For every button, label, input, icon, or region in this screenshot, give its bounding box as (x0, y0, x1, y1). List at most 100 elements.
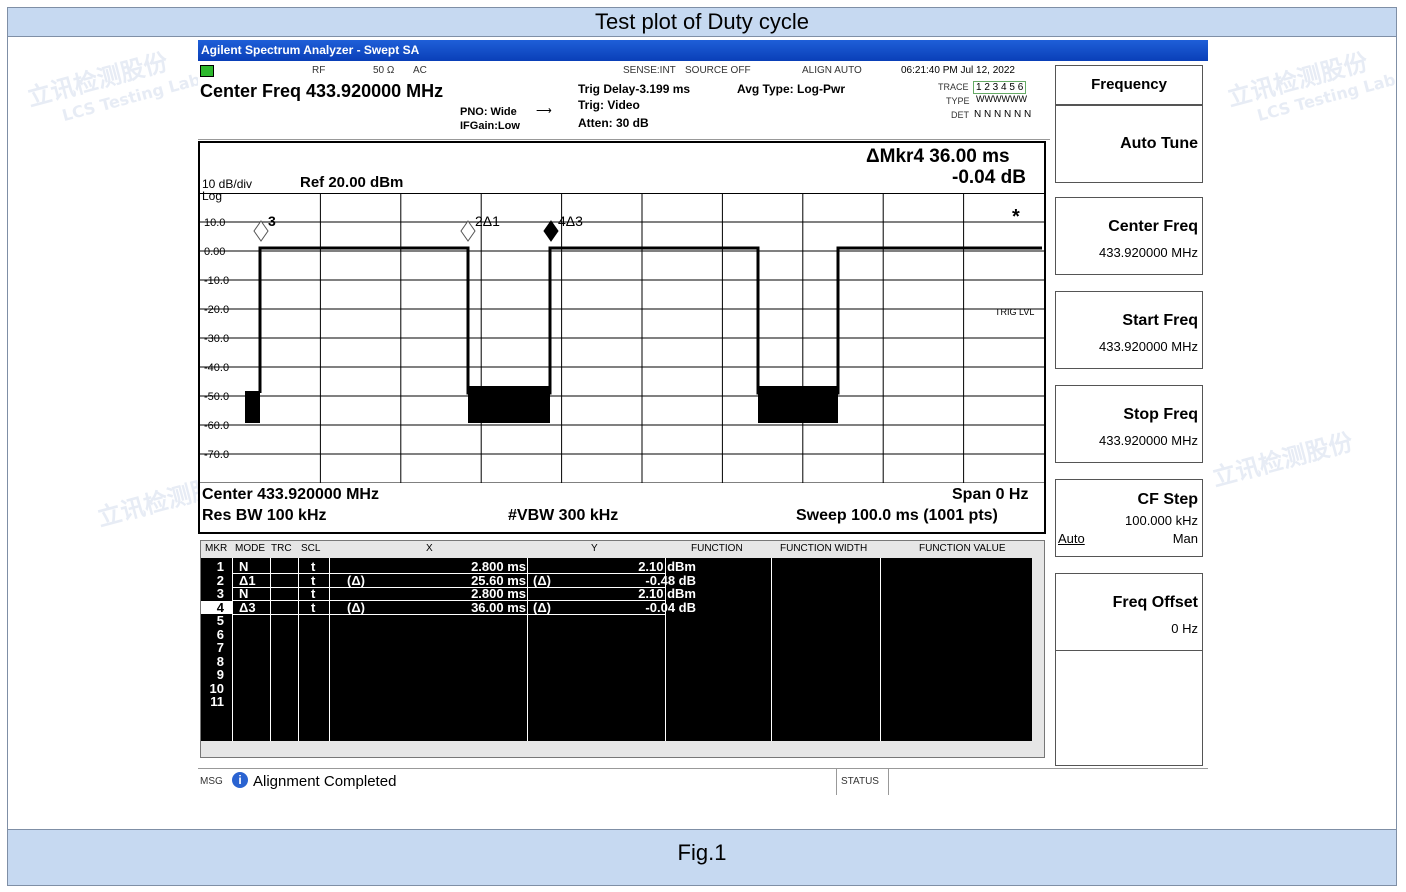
col-scl: SCL (301, 543, 321, 554)
y-tick-label: 0.00 (204, 246, 225, 258)
trace-graph: ΔMkr4 36.00 ms -0.04 dB 10 dB/div Log Re… (198, 141, 1046, 534)
marker-table-row[interactable]: 8 (201, 654, 1031, 669)
det-label: DET (951, 110, 969, 120)
center-freq-button[interactable]: Center Freq 433.920000 MHz (1055, 197, 1203, 275)
cf-step-button[interactable]: CF Step 100.000 kHz Auto Man (1055, 479, 1203, 557)
status-label: STATUS (841, 776, 879, 787)
y-axis-labels: 10.0 0.00 -10.0 -20.0 -30.0 -40.0 -50.0 -60.0 -7… (204, 217, 229, 461)
marker-3-label: 3 (268, 213, 276, 229)
menu-frequency: Frequency (1055, 65, 1203, 105)
rbw-label: Res BW 100 kHz (202, 507, 327, 524)
marker-table-row[interactable]: 7 (201, 640, 1031, 655)
msg-label: MSG (200, 776, 223, 787)
col-divider (232, 558, 233, 741)
cell-xd: (Δ) (347, 572, 366, 588)
marker-table-row[interactable]: 4 Δ3 t (Δ) 36.00 ms (Δ) -0.04 dB (201, 599, 1031, 615)
trace-label: TRACE (938, 82, 969, 92)
marker-2-label: 2Δ1 (475, 213, 500, 229)
noise-floor (245, 386, 838, 423)
center-freq-label: Center Freq (1108, 218, 1198, 235)
impedance-label: 50 Ω (373, 65, 395, 76)
window-titlebar: Agilent Spectrum Analyzer - Swept SA (198, 40, 1208, 61)
col-x: X (426, 543, 433, 554)
horizontal-scrollbar[interactable] (201, 741, 1044, 757)
y-tick-label: 10.0 (204, 217, 225, 229)
marker-table-row[interactable]: 5 (201, 613, 1031, 628)
col-divider (771, 558, 772, 741)
status-led-icon (200, 65, 214, 77)
figure-caption: Fig.1 (7, 829, 1397, 886)
figure-title: Test plot of Duty cycle (7, 7, 1397, 37)
status-divider (836, 769, 837, 795)
center-label: Center 433.920000 MHz (202, 486, 379, 503)
start-freq-label: Start Freq (1122, 312, 1198, 329)
trig-level-label: TRIG LVL (995, 307, 1034, 317)
cell-y: -0.04 dB (645, 599, 696, 615)
marker-table-row[interactable]: 11 (201, 694, 1031, 709)
cf-step-man[interactable]: Man (1173, 531, 1198, 546)
cell-yd: (Δ) (533, 599, 552, 615)
trace-numbers: 1 2 3 4 5 6 (973, 81, 1027, 94)
sweep-label: Sweep 100.0 ms (1001 pts) (796, 507, 998, 524)
status-message: Alignment Completed (253, 773, 397, 790)
auto-tune-button[interactable]: Auto Tune (1055, 105, 1203, 183)
y-tick-label: -10.0 (204, 275, 229, 287)
stop-freq-button[interactable]: Stop Freq 433.920000 MHz (1055, 385, 1203, 463)
center-freq-header[interactable]: Center Freq 433.920000 MHz (200, 81, 443, 102)
marker-4-icon[interactable] (543, 220, 559, 242)
col-function-width: FUNCTION WIDTH (780, 543, 868, 554)
stop-freq-label: Stop Freq (1123, 406, 1198, 423)
avg-type-label: Avg Type: Log-Pwr (737, 82, 845, 96)
col-function: FUNCTION (691, 543, 743, 554)
align-label: ALIGN AUTO (802, 65, 862, 76)
y-tick-label: -20.0 (204, 304, 229, 316)
marker-table-row[interactable]: 3 Nt 2.800 ms 2.10 dBm (201, 586, 1031, 601)
info-icon: i (232, 772, 248, 788)
span-label: Span 0 Hz (952, 486, 1029, 503)
col-divider (665, 558, 666, 741)
stop-freq-value: 433.920000 MHz (1098, 433, 1198, 448)
cell-x: 36.00 ms (471, 599, 526, 615)
col-divider (329, 558, 330, 741)
cell-mode: Δ3 (239, 599, 256, 615)
freq-offset-button[interactable]: Freq Offset 0 Hz (1055, 573, 1203, 651)
start-freq-button[interactable]: Start Freq 433.920000 MHz (1055, 291, 1203, 369)
marker-readout: ΔMkr4 36.00 ms (866, 146, 1010, 167)
trace-plot: 10.0 0.00 -10.0 -20.0 -30.0 -40.0 -50.0 -60.0 -7… (200, 193, 1044, 483)
trig-delay-label: Trig Delay-3.199 ms (578, 82, 691, 96)
cf-step-label: CF Step (1137, 491, 1198, 508)
freq-offset-value: 0 Hz (1171, 621, 1198, 636)
col-mkr: MKR (205, 543, 228, 554)
marker-3-icon[interactable] (253, 220, 269, 242)
trace-line (258, 246, 1042, 395)
cell-yd: (Δ) (533, 572, 552, 588)
y-tick-label: -70.0 (204, 449, 229, 461)
marker-table-row[interactable]: 2 Δ1 t (Δ) 25.60 ms (Δ) -0.48 dB (201, 572, 1031, 588)
spectrum-analyzer-window: Agilent Spectrum Analyzer - Swept SA RF … (198, 40, 1208, 798)
y-tick-label: -30.0 (204, 333, 229, 345)
pno-label: PNO: Wide (460, 106, 517, 118)
marker-table-row[interactable]: 10 (201, 681, 1031, 696)
cell-n: 11 (210, 694, 224, 709)
marker-table-row[interactable]: 9 (201, 667, 1031, 682)
marker-4-label: 4Δ3 (558, 213, 583, 229)
rf-label: RF (312, 65, 326, 76)
type-value: WWWWWW (976, 94, 1027, 104)
cf-step-auto[interactable]: Auto (1058, 531, 1085, 546)
freq-offset-label: Freq Offset (1112, 594, 1198, 611)
settings-panel: RF 50 Ω AC SENSE:INT SOURCE OFF ALIGN AU… (198, 63, 1050, 140)
marker-table-row[interactable]: 1 Nt 2.800 ms 2.10 dBm (201, 559, 1031, 574)
datetime: 06:21:40 PM Jul 12, 2022 (901, 65, 1015, 76)
vertical-scrollbar[interactable] (1032, 541, 1044, 741)
col-divider (298, 558, 299, 741)
start-freq-value: 433.920000 MHz (1098, 339, 1198, 354)
col-function-value: FUNCTION VALUE (919, 543, 1006, 554)
col-y: Y (591, 543, 598, 554)
graticule (200, 193, 1044, 483)
status-bar: MSG i Alignment Completed STATUS (198, 768, 1208, 795)
col-divider (880, 558, 881, 741)
atten-label: Atten: 30 dB (578, 116, 649, 130)
marker-2-icon[interactable] (460, 220, 476, 242)
marker-table: MKR MODE TRC SCL X Y FUNCTION FUNCTION W… (200, 540, 1045, 758)
marker-table-row[interactable]: 6 (201, 627, 1031, 642)
